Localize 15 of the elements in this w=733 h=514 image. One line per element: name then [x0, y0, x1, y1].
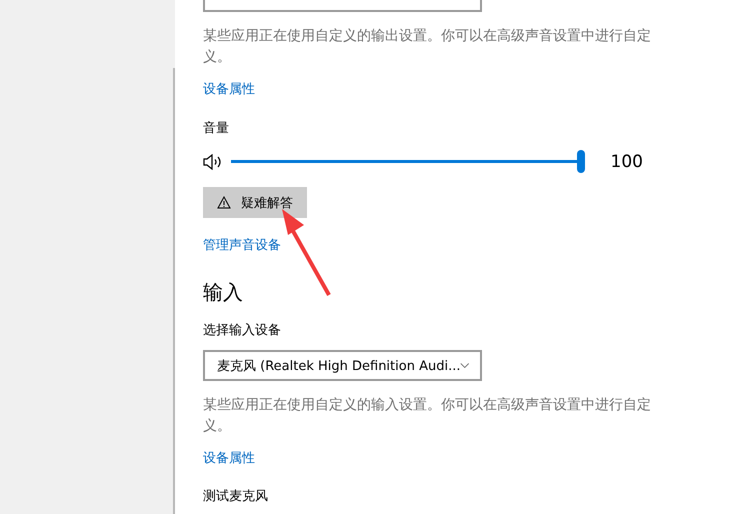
output-description: 某些应用正在使用自定义的输出设置。你可以在高级声音设置中进行自定义。 [203, 27, 652, 67]
input-description: 某些应用正在使用自定义的输入设置。你可以在高级声音设置中进行自定义。 [203, 396, 652, 436]
test-microphone-label: 测试麦克风 [203, 488, 268, 506]
troubleshoot-button[interactable]: 疑难解答 [203, 187, 307, 218]
volume-value: 100 [610, 152, 643, 172]
device-properties-link[interactable]: 设备属性 [203, 449, 255, 469]
warning-icon [217, 196, 231, 209]
device-properties-link[interactable]: 设备属性 [203, 80, 255, 100]
volume-label: 音量 [203, 120, 229, 138]
manage-devices-link[interactable]: 管理声音设备 [203, 236, 281, 256]
chevron-down-icon [460, 362, 470, 369]
input-device-label: 选择输入设备 [203, 322, 281, 340]
input-device-dropdown[interactable]: 麦克风 (Realtek High Definition Audi... [203, 350, 482, 381]
slider-thumb[interactable] [576, 150, 585, 173]
input-heading: 输入 [203, 279, 243, 306]
